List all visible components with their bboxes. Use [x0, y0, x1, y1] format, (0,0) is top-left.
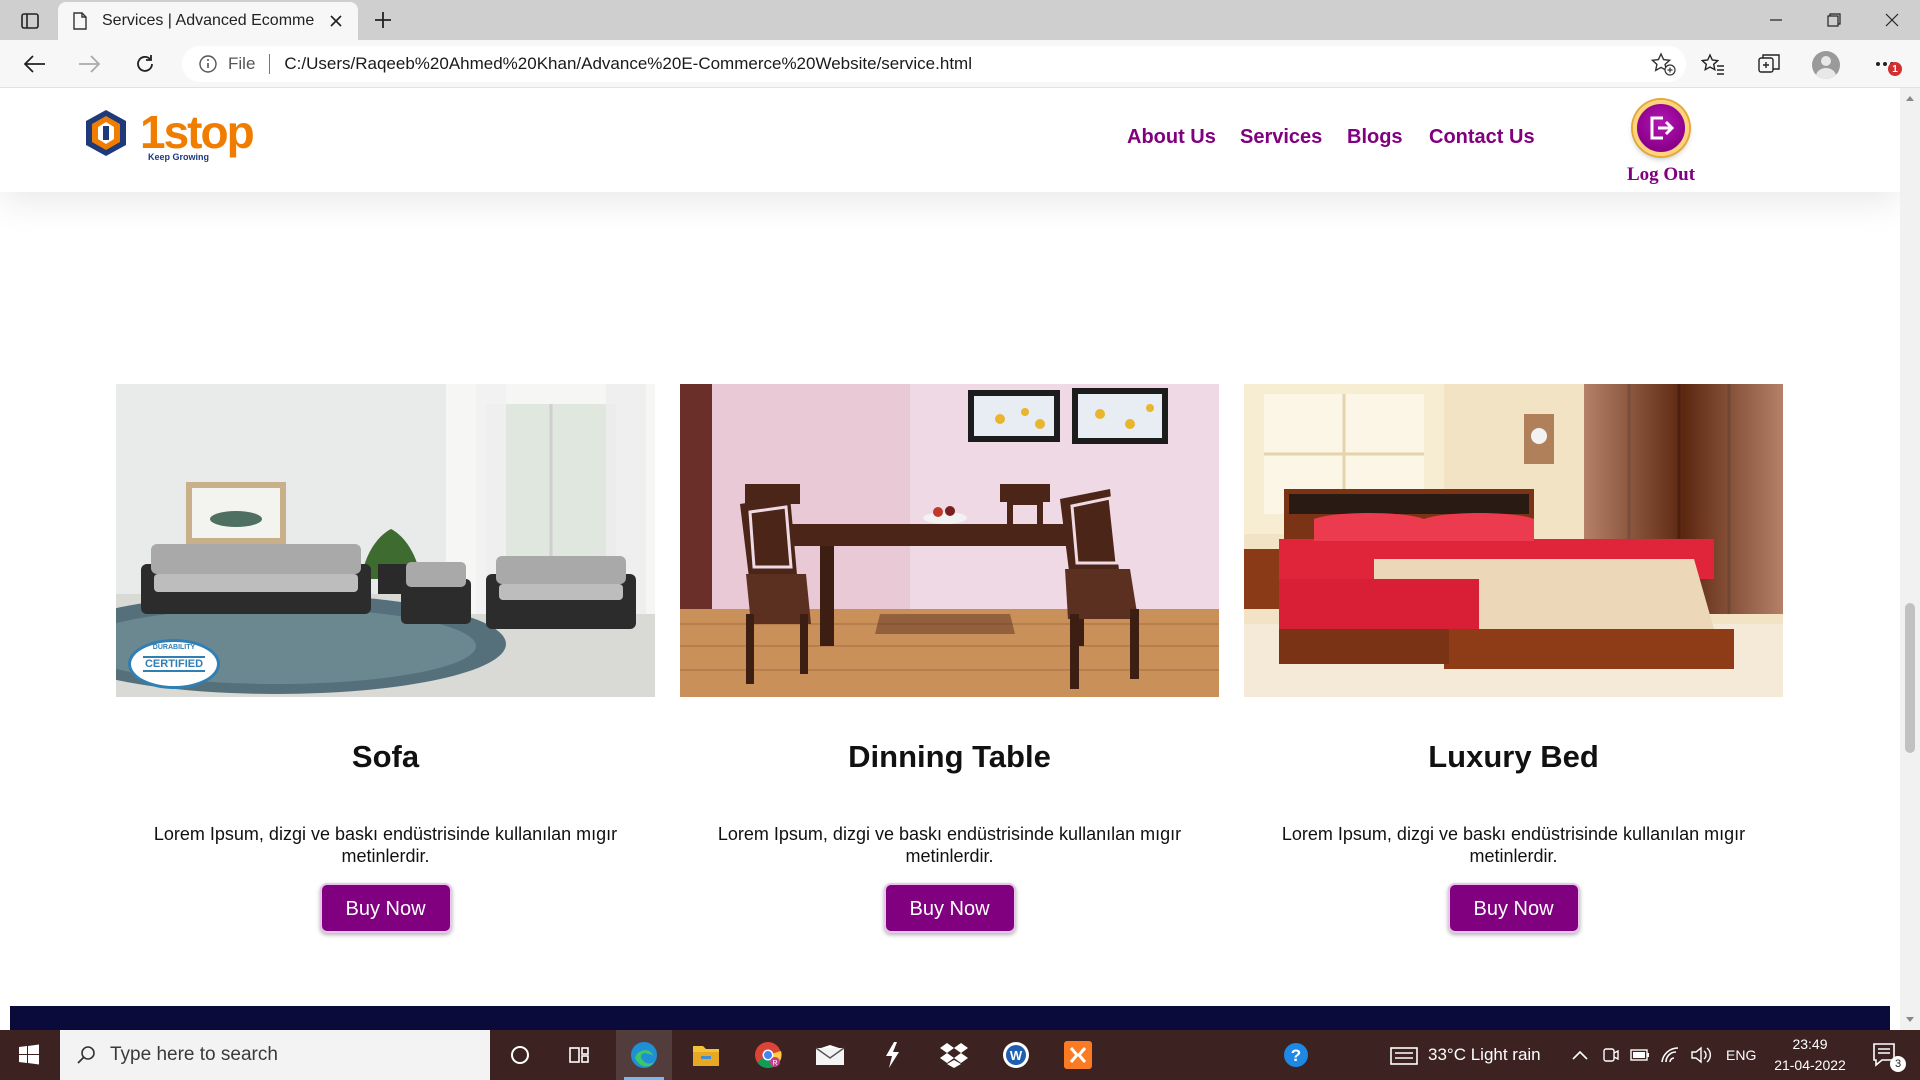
logout-label: Log Out — [1626, 164, 1696, 185]
dinning-table-image — [680, 384, 1219, 697]
buy-now-button[interactable]: Buy Now — [883, 883, 1016, 933]
forward-icon[interactable] — [72, 48, 106, 80]
minimize-icon[interactable] — [1746, 0, 1806, 40]
volume-icon[interactable] — [1690, 1030, 1712, 1080]
product-description: Lorem Ipsum, dizgi ve baskı endüstrisind… — [717, 824, 1182, 866]
address-bar[interactable]: File C:/Users/Raqeeb%20Ahmed%20Khan/Adva… — [182, 46, 1686, 82]
weather-text: 33°C Light rain — [1428, 1045, 1541, 1064]
address-scheme-label: File — [228, 54, 256, 73]
buy-now-button[interactable]: Buy Now — [319, 883, 452, 933]
page-scrollbar[interactable] — [1900, 88, 1920, 1030]
notification-center-icon[interactable]: 3 — [1860, 1030, 1912, 1080]
tab-close-icon[interactable] — [326, 11, 346, 31]
help-icon[interactable]: ? — [1268, 1030, 1324, 1080]
browser-tab-bar: Services | Advanced Ecommerce — [0, 0, 1920, 40]
browser-toolbar: File C:/Users/Raqeeb%20Ahmed%20Khan/Adva… — [0, 40, 1920, 88]
page-icon — [73, 12, 87, 30]
info-icon[interactable] — [198, 54, 218, 74]
product-description: Lorem Ipsum, dizgi ve baskı endüstrisind… — [1281, 824, 1746, 866]
certified-badge-ring-text: DURABILITY — [152, 644, 196, 651]
main-nav-services-wrap: Services — [1240, 126, 1322, 149]
windows-start-icon[interactable] — [0, 1030, 58, 1080]
dropbox-icon[interactable] — [926, 1030, 982, 1080]
svg-text:R: R — [772, 1060, 777, 1067]
word-icon[interactable]: W — [988, 1030, 1044, 1080]
weather-icon — [1390, 1047, 1418, 1065]
product-card-luxury-bed: Luxury Bed Lorem Ipsum, dizgi ve baskı e… — [1244, 384, 1783, 933]
language-indicator[interactable]: ENG — [1726, 1030, 1756, 1080]
product-description: Lorem Ipsum, dizgi ve baskı endüstrisind… — [153, 824, 618, 866]
show-hidden-icons[interactable] — [1572, 1030, 1588, 1080]
winamp-icon[interactable] — [864, 1030, 920, 1080]
buy-now-button[interactable]: Buy Now — [1447, 883, 1580, 933]
svg-text:Keep Growing: Keep Growing — [148, 152, 209, 162]
wifi-icon[interactable] — [1660, 1030, 1680, 1080]
site-header: 1stop Keep Growing About Us Services Blo… — [0, 88, 1900, 192]
menu-notification-badge: 1 — [1888, 62, 1902, 76]
profile-avatar[interactable] — [1812, 51, 1840, 79]
search-placeholder: Type here to search — [110, 1044, 278, 1065]
certified-badge-text: CERTIFIED — [142, 656, 206, 672]
nav-about-us[interactable]: About Us — [1127, 126, 1216, 149]
nav-contact-us[interactable]: Contact Us — [1429, 126, 1535, 149]
scroll-down-icon[interactable] — [1906, 1017, 1914, 1022]
collections-icon[interactable] — [1752, 48, 1786, 80]
certified-badge: CERTIFIED DURABILITY — [128, 639, 220, 689]
weather-widget[interactable]: 33°C Light rain — [1390, 1030, 1541, 1080]
cortana-icon[interactable] — [492, 1030, 548, 1080]
chrome-icon[interactable]: R — [740, 1030, 796, 1080]
notification-count: 3 — [1890, 1056, 1906, 1072]
restore-icon[interactable] — [1804, 0, 1864, 40]
scrollbar-thumb[interactable] — [1905, 603, 1915, 753]
main-nav-blogs-wrap: Blogs — [1347, 126, 1403, 149]
site-logo[interactable]: 1stop Keep Growing — [80, 106, 260, 168]
mail-icon[interactable] — [802, 1030, 858, 1080]
close-window-icon[interactable] — [1862, 0, 1920, 40]
clock-time: 23:49 — [1792, 1036, 1828, 1052]
url-text[interactable]: C:/Users/Raqeeb%20Ahmed%20Khan/Advance%2… — [284, 54, 972, 74]
main-nav: About Us — [1127, 126, 1216, 149]
page-viewport: 1stop Keep Growing About Us Services Blo… — [0, 88, 1900, 1030]
svg-text:W: W — [1010, 1048, 1023, 1063]
nav-services[interactable]: Services — [1240, 126, 1322, 149]
back-icon[interactable] — [18, 48, 52, 80]
product-title: Sofa — [351, 739, 420, 774]
nav-blogs[interactable]: Blogs — [1347, 126, 1403, 149]
scroll-up-icon[interactable] — [1906, 96, 1914, 101]
tab-title: Services | Advanced Ecommerce — [102, 12, 314, 29]
logout-icon[interactable] — [1633, 100, 1689, 156]
product-title: Dinning Table — [848, 739, 1051, 774]
clock-date: 21-04-2022 — [1774, 1057, 1846, 1073]
windows-taskbar: Type here to search R W ? 33°C Light rai… — [0, 1030, 1920, 1080]
file-explorer-icon[interactable] — [678, 1030, 734, 1080]
luxury-bed-image — [1244, 384, 1783, 697]
product-title: Luxury Bed — [1428, 739, 1599, 774]
refresh-icon[interactable] — [128, 48, 162, 80]
main-nav-contact-wrap: Contact Us — [1429, 126, 1535, 149]
add-favorite-icon[interactable] — [1650, 52, 1676, 76]
task-view-icon[interactable] — [552, 1030, 608, 1080]
meet-now-icon[interactable] — [1602, 1030, 1620, 1080]
product-card-dinning-table: Dinning Table Lorem Ipsum, dizgi ve bask… — [680, 384, 1219, 933]
new-tab-icon[interactable] — [368, 6, 398, 34]
logout-button[interactable]: Log Out — [1606, 100, 1716, 186]
svg-text:1stop: 1stop — [140, 106, 254, 158]
taskbar-clock[interactable]: 23:49 21-04-2022 — [1770, 1034, 1850, 1076]
sofa-image: CERTIFIED DURABILITY — [116, 384, 655, 697]
browser-tab-active[interactable]: Services | Advanced Ecommerce — [58, 2, 358, 40]
search-icon — [77, 1046, 95, 1064]
battery-icon[interactable] — [1630, 1030, 1650, 1080]
xampp-icon[interactable] — [1050, 1030, 1106, 1080]
favorites-icon[interactable] — [1696, 48, 1730, 80]
tab-actions-icon[interactable] — [14, 8, 46, 34]
edge-icon[interactable] — [616, 1030, 672, 1080]
address-separator — [269, 54, 271, 74]
product-card-sofa: CERTIFIED DURABILITY Sofa Lorem Ipsum, d… — [116, 384, 655, 933]
taskbar-search-box[interactable]: Type here to search — [60, 1030, 490, 1080]
svg-text:?: ? — [1291, 1046, 1301, 1065]
site-footer — [10, 1006, 1890, 1030]
